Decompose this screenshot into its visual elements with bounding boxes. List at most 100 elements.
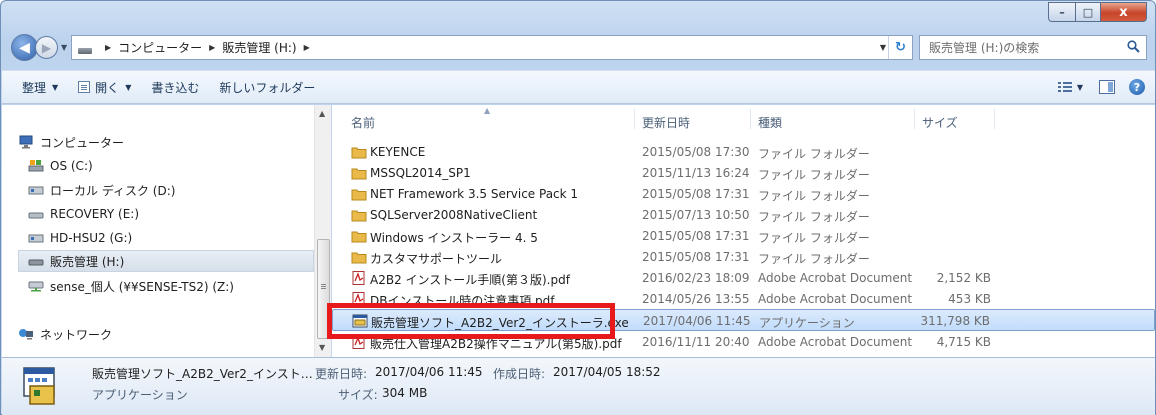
breadcrumb-arrow-icon[interactable]: ▶: [105, 43, 111, 52]
file-row[interactable]: 販売仕入管理A2B2操作マニュアル(第5版).pdf 2016/11/11 20…: [332, 331, 1155, 353]
os-drive-icon: [28, 160, 44, 172]
minimize-button[interactable]: –: [1048, 2, 1075, 22]
file-name: SQLServer2008NativeClient: [370, 208, 538, 222]
burn-label: 書き込む: [151, 80, 200, 95]
new-folder-button[interactable]: 新しいフォルダー: [219, 79, 315, 96]
navigation-scrollbar[interactable]: ▲ ▼: [314, 105, 331, 357]
file-name: A2B2 インストール手順(第３版).pdf: [370, 273, 570, 287]
file-name: KEYENCE: [370, 145, 426, 159]
tree-item-local-disk-d[interactable]: ローカル ディスク (D:): [28, 179, 175, 201]
preview-pane-icon[interactable]: [1099, 80, 1115, 94]
pdf-icon: [352, 335, 365, 349]
column-header-size[interactable]: サイズ: [922, 114, 958, 131]
file-date: 2017/04/06 11:45: [643, 314, 751, 328]
search-input[interactable]: 販売管理 (H:)の検索: [919, 35, 1147, 60]
organize-button[interactable]: 整理 ▼: [22, 79, 58, 96]
tree-item-sense-z[interactable]: sense_個人 (¥¥SENSE-TS2) (Z:): [28, 275, 234, 297]
file-size: 4,715 KB: [936, 335, 991, 349]
column-divider[interactable]: [634, 109, 635, 129]
file-row[interactable]: Windows インストーラー 4. 5 2015/05/08 17:31 ファ…: [332, 225, 1155, 247]
column-header-date[interactable]: 更新日時: [642, 114, 690, 131]
file-name: NET Framework 3.5 Service Pack 1: [370, 187, 579, 201]
arrow-right-icon: ▶: [41, 40, 52, 55]
file-size: 311,798 KB: [920, 314, 990, 328]
scrollbar-thumb[interactable]: [317, 239, 330, 339]
column-header-type[interactable]: 種類: [758, 114, 782, 131]
address-bar[interactable]: ▶ コンピューター ▶ 販売管理 (H:) ▶ ▼ ↻: [71, 35, 913, 60]
sort-ascending-icon: ▲: [484, 106, 491, 115]
open-button[interactable]: 開く ▼: [78, 79, 131, 96]
views-icon[interactable]: [1057, 80, 1073, 94]
new-folder-label: 新しいフォルダー: [219, 80, 316, 95]
views-dropdown-icon[interactable]: ▼: [1077, 83, 1083, 92]
tree-item-label: RECOVERY (E:): [50, 207, 140, 221]
search-icon[interactable]: [1127, 40, 1140, 53]
navigation-pane: コンピューター OS (C:) ローカル ディスク (D:) RECOVERY …: [2, 105, 314, 357]
file-date: 2014/05/26 13:55: [642, 292, 750, 306]
file-type: ファイル フォルダー: [758, 168, 870, 182]
folder-icon: [351, 252, 367, 264]
tree-item-label: 販売管理 (H:): [50, 254, 125, 269]
file-type: Adobe Acrobat Document: [758, 292, 913, 306]
breadcrumb-drive[interactable]: 販売管理 (H:): [222, 39, 296, 56]
drive-icon: [78, 47, 92, 54]
arrow-left-icon: ◀: [19, 39, 30, 56]
file-row[interactable]: カスタマサポートツール 2015/05/08 17:31 ファイル フォルダー: [332, 246, 1155, 268]
scroll-up-icon[interactable]: ▲: [319, 109, 325, 118]
column-divider[interactable]: [994, 109, 995, 129]
file-date: 2016/02/23 18:09: [642, 271, 750, 285]
tree-item-os-drive[interactable]: OS (C:): [28, 155, 93, 177]
file-row[interactable]: NET Framework 3.5 Service Pack 1 2015/05…: [332, 183, 1155, 205]
file-name: カスタマサポートツール: [370, 252, 503, 266]
installer-icon: [352, 314, 368, 328]
help-icon[interactable]: ?: [1129, 79, 1145, 95]
recent-pages-dropdown[interactable]: ▼: [61, 43, 67, 52]
organize-label: 整理: [22, 80, 47, 95]
column-divider[interactable]: [914, 109, 915, 129]
file-date: 2015/11/13 16:24: [642, 166, 750, 180]
folder-icon: [351, 231, 367, 243]
details-pane: 販売管理ソフト_A2B2_Ver2_インスト… アプリケーション 更新日時: 2…: [2, 357, 1155, 415]
file-row[interactable]: SQLServer2008NativeClient 2015/07/13 10:…: [332, 204, 1155, 226]
file-row-selected[interactable]: 販売管理ソフト_A2B2_Ver2_インストーラ.exe 2017/04/06 …: [332, 309, 1155, 331]
file-date: 2015/05/08 17:30: [642, 145, 750, 159]
details-size-value: 304 MB: [382, 386, 428, 400]
close-button[interactable]: x: [1101, 2, 1147, 22]
folder-icon: [351, 210, 367, 222]
file-type: ファイル フォルダー: [758, 252, 870, 266]
network-icon: [19, 329, 33, 340]
tree-item-hd-hsu2-g[interactable]: HD-HSU2 (G:): [28, 227, 132, 249]
file-row[interactable]: A2B2 インストール手順(第３版).pdf 2016/02/23 18:09 …: [332, 267, 1155, 289]
burn-button[interactable]: 書き込む: [151, 79, 199, 96]
local-disk-icon: [28, 234, 44, 243]
file-type: ファイル フォルダー: [758, 210, 870, 224]
maximize-button[interactable]: □: [1075, 2, 1101, 22]
tree-item-recovery-e[interactable]: RECOVERY (E:): [28, 203, 139, 225]
computer-icon: [19, 135, 33, 149]
tree-item-label: HD-HSU2 (G:): [50, 231, 133, 245]
tree-item-computer[interactable]: コンピューター: [18, 131, 124, 153]
drive-icon: [28, 259, 44, 266]
column-header-name[interactable]: 名前: [351, 114, 375, 131]
file-row[interactable]: MSSQL2014_SP1 2015/11/13 16:24 ファイル フォルダ…: [332, 162, 1155, 184]
breadcrumb-computer[interactable]: コンピューター: [118, 39, 202, 56]
breadcrumb-arrow-icon[interactable]: ▶: [304, 43, 310, 52]
back-button[interactable]: ◀: [11, 34, 38, 61]
tree-item-hanbai-h[interactable]: 販売管理 (H:): [18, 250, 314, 272]
details-size-label: サイズ:: [338, 388, 378, 402]
tree-item-network[interactable]: ネットワーク: [18, 323, 112, 345]
file-row[interactable]: DBインストール時の注意事項.pdf 2014/05/26 13:55 Adob…: [332, 288, 1155, 310]
address-dropdown-icon[interactable]: ▼: [880, 43, 886, 52]
details-created-value: 2017/04/05 18:52: [553, 365, 661, 379]
file-name: 販売仕入管理A2B2操作マニュアル(第5版).pdf: [370, 337, 622, 351]
breadcrumb-arrow-icon[interactable]: ▶: [209, 43, 215, 52]
scroll-down-icon[interactable]: ▼: [319, 343, 325, 352]
file-type: ファイル フォルダー: [758, 147, 870, 161]
drive-icon: [28, 212, 44, 219]
file-row[interactable]: KEYENCE 2015/05/08 17:30 ファイル フォルダー: [332, 141, 1155, 163]
refresh-button[interactable]: ↻: [888, 36, 912, 59]
forward-button[interactable]: ▶: [35, 36, 58, 59]
file-name: Windows インストーラー 4. 5: [370, 231, 538, 245]
column-divider[interactable]: [750, 109, 751, 129]
tree-item-label: コンピューター: [40, 135, 125, 150]
